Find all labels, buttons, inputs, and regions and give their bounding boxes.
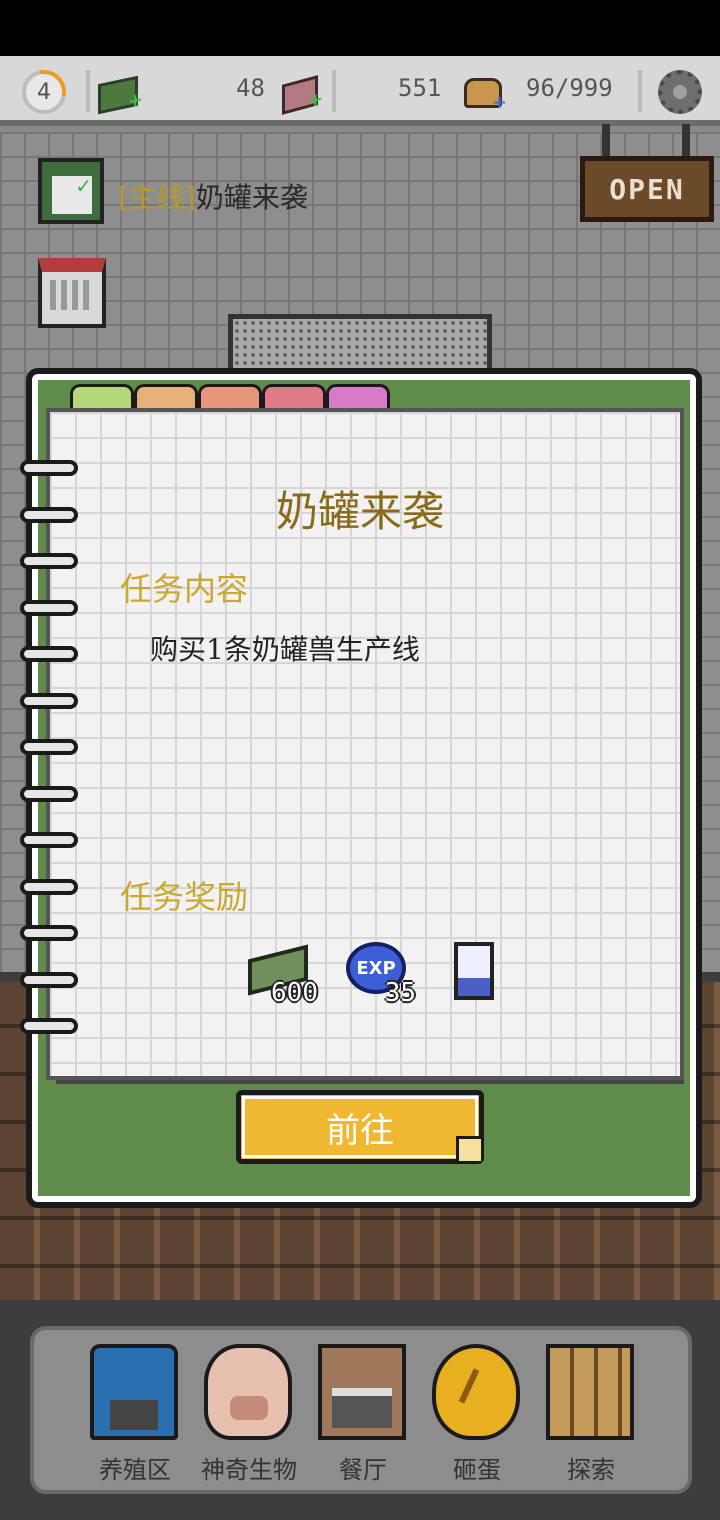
map-icon [546, 1344, 634, 1440]
reward-milk-can [446, 942, 516, 1006]
reward-exp-value: 35 [384, 978, 416, 1008]
sign-chain [602, 124, 610, 160]
notebook-ring [20, 692, 78, 709]
nav-egg-label: 砸蛋 [453, 1456, 501, 1484]
nav-farm-label: 养殖区 [99, 1456, 171, 1484]
brick-icon[interactable]: + [282, 75, 323, 115]
notebook-ring [20, 785, 78, 802]
nav-creatures-label: 神奇生物 [201, 1456, 297, 1484]
nav-restaurant-label: 餐厅 [339, 1456, 387, 1484]
notebook-ring [20, 460, 78, 476]
notebook-ring [20, 925, 78, 941]
notebook-ring [20, 646, 78, 662]
status-bar [0, 0, 720, 56]
quest-title: [主线]奶罐来袭 [118, 176, 308, 216]
notebook-ring [20, 506, 78, 523]
notebook-ring [20, 878, 78, 895]
restaurant-icon [318, 1344, 406, 1440]
sign-chain [682, 124, 690, 160]
nav-explore[interactable]: 探索 [536, 1344, 646, 1494]
open-sign[interactable]: OPEN [580, 124, 714, 224]
bread-icon[interactable]: + [464, 78, 507, 113]
reward-cash-value: 600 [271, 978, 318, 1008]
notebook-ring [20, 599, 78, 616]
divider [332, 70, 336, 112]
quest-detail-title: 奶罐来袭 [275, 487, 444, 536]
content-label: 任务内容 [120, 570, 249, 608]
quest-tag: [主线] [118, 181, 196, 214]
reward-cash: 600 [244, 942, 318, 1008]
divider [86, 70, 90, 112]
level-value: 4 [37, 79, 51, 105]
nav-explore-label: 探索 [567, 1456, 615, 1484]
notebook-ring [20, 553, 78, 569]
wall-vent [228, 314, 492, 374]
nav-restaurant[interactable]: 餐厅 [308, 1344, 418, 1494]
reward-label: 任务奖励 [120, 878, 249, 916]
nav-creatures[interactable]: 神奇生物 [194, 1344, 304, 1494]
notebook-ring [20, 1018, 78, 1034]
notebook-ring [20, 971, 78, 988]
bottom-nav: 养殖区 神奇生物 餐厅 砸蛋 探索 [30, 1326, 692, 1494]
farm-icon [90, 1344, 178, 1440]
notebook-ring [20, 832, 78, 848]
resource-bar: 4 + 48 + 551 + 96/999 [0, 56, 720, 126]
notebook-ring [20, 739, 78, 755]
brick-count: 48 [236, 74, 265, 102]
level-badge[interactable]: 4 [22, 70, 66, 114]
calendar-icon[interactable] [38, 258, 106, 328]
reward-exp: EXP 35 [342, 942, 416, 1008]
settings-gear-icon[interactable] [658, 70, 702, 114]
task-description: 购买1条奶罐兽生产线 [150, 633, 420, 666]
quest-checklist-icon[interactable]: ✓ [38, 158, 104, 224]
creature-icon [204, 1344, 292, 1440]
quest-name: 奶罐来袭 [195, 181, 308, 214]
capacity-count: 96/999 [526, 74, 613, 102]
nav-farm[interactable]: 养殖区 [80, 1344, 190, 1494]
milk-can-icon [454, 942, 494, 1000]
bread-count: 551 [398, 74, 442, 102]
open-sign-board: OPEN [580, 156, 714, 222]
divider [638, 70, 642, 112]
cash-icon[interactable]: + [98, 75, 143, 115]
go-button[interactable]: 前往 [236, 1090, 484, 1164]
nav-egg[interactable]: 砸蛋 [422, 1344, 532, 1494]
egg-icon [432, 1344, 520, 1440]
